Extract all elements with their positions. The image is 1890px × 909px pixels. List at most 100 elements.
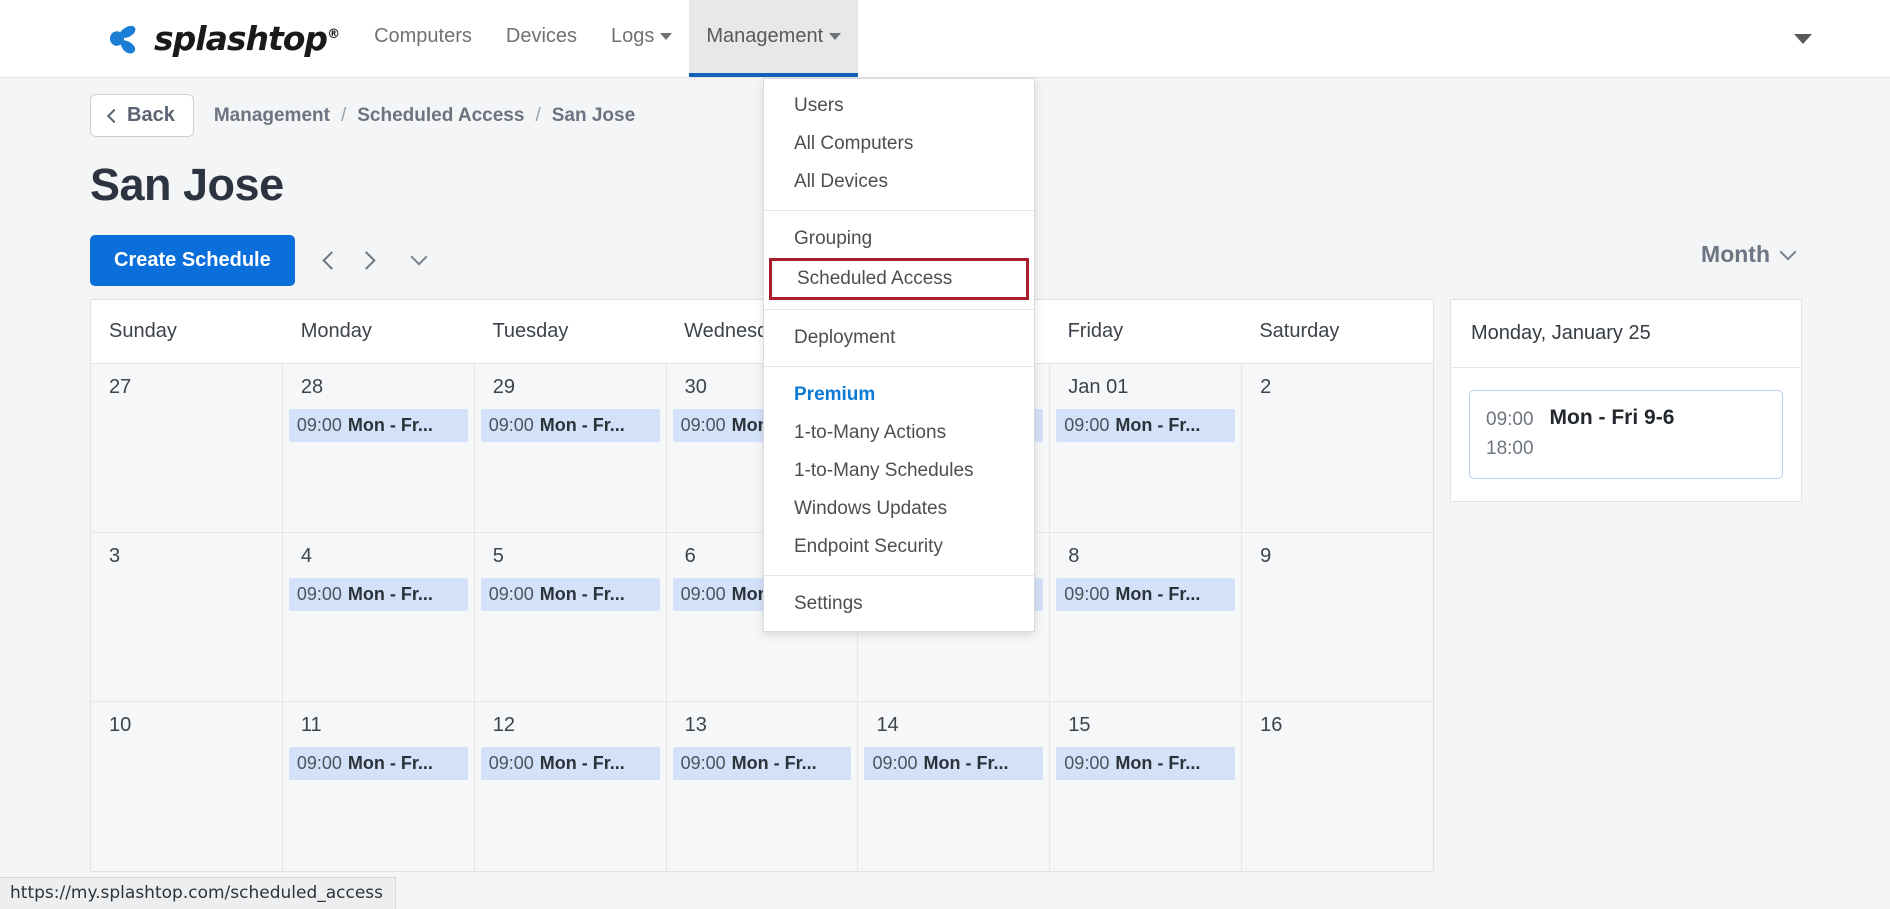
event-end-time: 18:00 (1486, 434, 1534, 463)
calendar-day-cell-saturday[interactable]: 2 (1242, 364, 1433, 532)
management-dropdown-menu: Users All Computers All Devices Grouping… (763, 78, 1035, 632)
calendar-event-chip[interactable]: 09:00Mon - Fr... (864, 747, 1043, 780)
day-detail-panel: Monday, January 25 09:00 18:00 Mon - Fri… (1450, 299, 1802, 502)
create-schedule-button[interactable]: Create Schedule (90, 235, 295, 286)
previous-period-icon[interactable] (322, 251, 340, 269)
event-chip-name: Mon - Fr... (1115, 415, 1200, 435)
calendar-day-cell-sunday[interactable]: 3 (91, 533, 283, 701)
nav-item-devices[interactable]: Devices (489, 0, 594, 77)
event-chip-time: 09:00 (681, 415, 726, 435)
calendar-day-cell-saturday[interactable]: 16 (1242, 702, 1433, 871)
next-period-icon[interactable] (357, 251, 375, 269)
calendar-event-chip[interactable]: 09:00Mon - Fr... (289, 747, 468, 780)
day-header-monday: Monday (283, 300, 475, 363)
event-chip-name: Mon - Fr... (1115, 584, 1200, 604)
event-chip-name: Mon - Fr... (540, 753, 625, 773)
menu-item-users[interactable]: Users (764, 87, 1034, 125)
breadcrumb-item-scheduled-access[interactable]: Scheduled Access (357, 105, 524, 127)
day-header-sunday: Sunday (91, 300, 283, 363)
menu-item-deployment[interactable]: Deployment (764, 319, 1034, 357)
nav-item-label: Computers (374, 25, 472, 48)
event-chip-name: Mon - Fr... (348, 753, 433, 773)
menu-item-1-to-many-schedules[interactable]: 1-to-Many Schedules (764, 452, 1034, 490)
calendar-event-chip[interactable]: 09:00Mon - Fr... (289, 578, 468, 611)
calendar-week-row: 3409:00Mon - Fr...509:00Mon - Fr...609:0… (91, 533, 1433, 702)
event-time-range: 09:00 18:00 (1486, 405, 1534, 464)
calendar-event-chip[interactable]: 09:00Mon - Fr... (1056, 747, 1235, 780)
calendar-event-chip[interactable]: 09:00Mon - Fr... (1056, 578, 1235, 611)
event-chip-time: 09:00 (872, 753, 917, 773)
nav-item-label: Devices (506, 25, 577, 48)
calendar-day-number: 14 (858, 714, 1049, 737)
event-start-time: 09:00 (1486, 405, 1534, 434)
event-chip-name: Mon - Fr... (540, 584, 625, 604)
calendar-day-cell-sunday[interactable]: 27 (91, 364, 283, 532)
calendar-day-cell-friday[interactable]: Jan 01 09:00Mon - Fr... (1050, 364, 1242, 532)
event-chip-time: 09:00 (489, 753, 534, 773)
breadcrumb: Management / Scheduled Access / San Jose (214, 105, 635, 127)
menu-item-windows-updates[interactable]: Windows Updates (764, 490, 1034, 528)
back-button-label: Back (127, 104, 175, 127)
calendar-day-number: 27 (91, 376, 282, 399)
calendar-event-chip[interactable]: 09:00Mon - Fr... (673, 747, 852, 780)
calendar-day-cell-friday[interactable]: 15 09:00Mon - Fr... (1050, 702, 1242, 871)
nav-item-management[interactable]: Management (689, 0, 858, 77)
chevron-left-icon (107, 108, 121, 122)
menu-item-all-computers[interactable]: All Computers (764, 125, 1034, 163)
calendar-day-number: 4 (283, 545, 474, 568)
calendar-day-headers: Sunday Monday Tuesday Wednesday Thursday… (91, 300, 1433, 364)
menu-item-settings[interactable]: Settings (764, 585, 1034, 623)
calendar-day-number: 15 (1050, 714, 1241, 737)
calendar-day-cell-tuesday[interactable]: 29 09:00Mon - Fr... (475, 364, 667, 532)
calendar-day-number: 29 (475, 376, 666, 399)
calendar-event-chip[interactable]: 09:00Mon - Fr... (289, 409, 468, 442)
calendar-day-cell-saturday[interactable]: 9 (1242, 533, 1433, 701)
calendar-day-cell-tuesday[interactable]: 12 09:00 Mon - Fr... (475, 702, 667, 871)
day-detail-event-card[interactable]: 09:00 18:00 Mon - Fri 9-6 (1469, 390, 1783, 479)
breadcrumb-item-san-jose[interactable]: San Jose (552, 105, 635, 127)
menu-divider (764, 309, 1034, 310)
calendar-day-cell-monday[interactable]: 1109:00Mon - Fr... (283, 702, 475, 871)
user-menu-caret-down-icon[interactable] (1794, 34, 1812, 44)
calendar-day-cell-thursday[interactable]: 14 09:00Mon - Fr... (858, 702, 1050, 871)
menu-section-premium: Premium (764, 376, 1034, 414)
calendar-day-cell-friday[interactable]: 8 09:00Mon - Fr... (1050, 533, 1242, 701)
chevron-down-icon (1780, 243, 1797, 260)
calendar-day-cell-monday[interactable]: 4 09:00Mon - Fr... (283, 533, 475, 701)
event-chip-time: 09:00 (297, 584, 342, 604)
menu-item-grouping[interactable]: Grouping (764, 220, 1034, 258)
breadcrumb-item-management[interactable]: Management (214, 105, 330, 127)
calendar-day-number: 8 (1050, 545, 1241, 568)
menu-item-1-to-many-actions[interactable]: 1-to-Many Actions (764, 414, 1034, 452)
view-mode-label: Month (1701, 241, 1770, 268)
calendar-day-number: Jan 01 (1050, 376, 1241, 399)
menu-item-all-devices[interactable]: All Devices (764, 163, 1034, 201)
back-button[interactable]: Back (90, 94, 194, 137)
calendar-event-chip[interactable]: 09:00 Mon - Fr... (481, 578, 660, 611)
menu-item-endpoint-security[interactable]: Endpoint Security (764, 528, 1034, 566)
day-header-tuesday: Tuesday (474, 300, 666, 363)
nav-item-computers[interactable]: Computers (357, 0, 489, 77)
day-header-friday: Friday (1050, 300, 1242, 363)
nav-item-logs[interactable]: Logs (594, 0, 689, 77)
brand-logo[interactable]: splashtop® (0, 0, 357, 77)
calendar-event-chip[interactable]: 09:00Mon - Fr... (1056, 409, 1235, 442)
calendar-day-number: 13 (667, 714, 858, 737)
calendar-day-cell-tuesday[interactable]: 509:00Mon - Fr... (475, 533, 667, 701)
calendar-event-chip[interactable]: 09:00 Mon - Fr... (481, 747, 660, 780)
splashtop-logo-icon (104, 20, 144, 58)
event-chip-time: 09:00 (489, 584, 534, 604)
nav-right-group (1794, 0, 1890, 77)
calendar-day-number: 12 (475, 714, 666, 737)
calendar-day-cell-wednesday[interactable]: 13 09:00Mon - Fr... (667, 702, 859, 871)
event-chip-name: Mon - Fr... (540, 415, 625, 435)
caret-down-icon (660, 33, 672, 40)
calendar-event-chip[interactable]: 09:00Mon - Fr... (481, 409, 660, 442)
event-chip-name: Mon - Fr... (732, 753, 817, 773)
view-mode-picker[interactable]: Month (1701, 241, 1794, 268)
primary-nav: Computers Devices Logs Management (357, 0, 858, 77)
month-picker[interactable] (403, 257, 425, 263)
calendar-day-cell-sunday[interactable]: 10 (91, 702, 283, 871)
menu-item-scheduled-access[interactable]: Scheduled Access (769, 258, 1029, 300)
calendar-day-cell-monday[interactable]: 2809:00Mon - Fr... (283, 364, 475, 532)
